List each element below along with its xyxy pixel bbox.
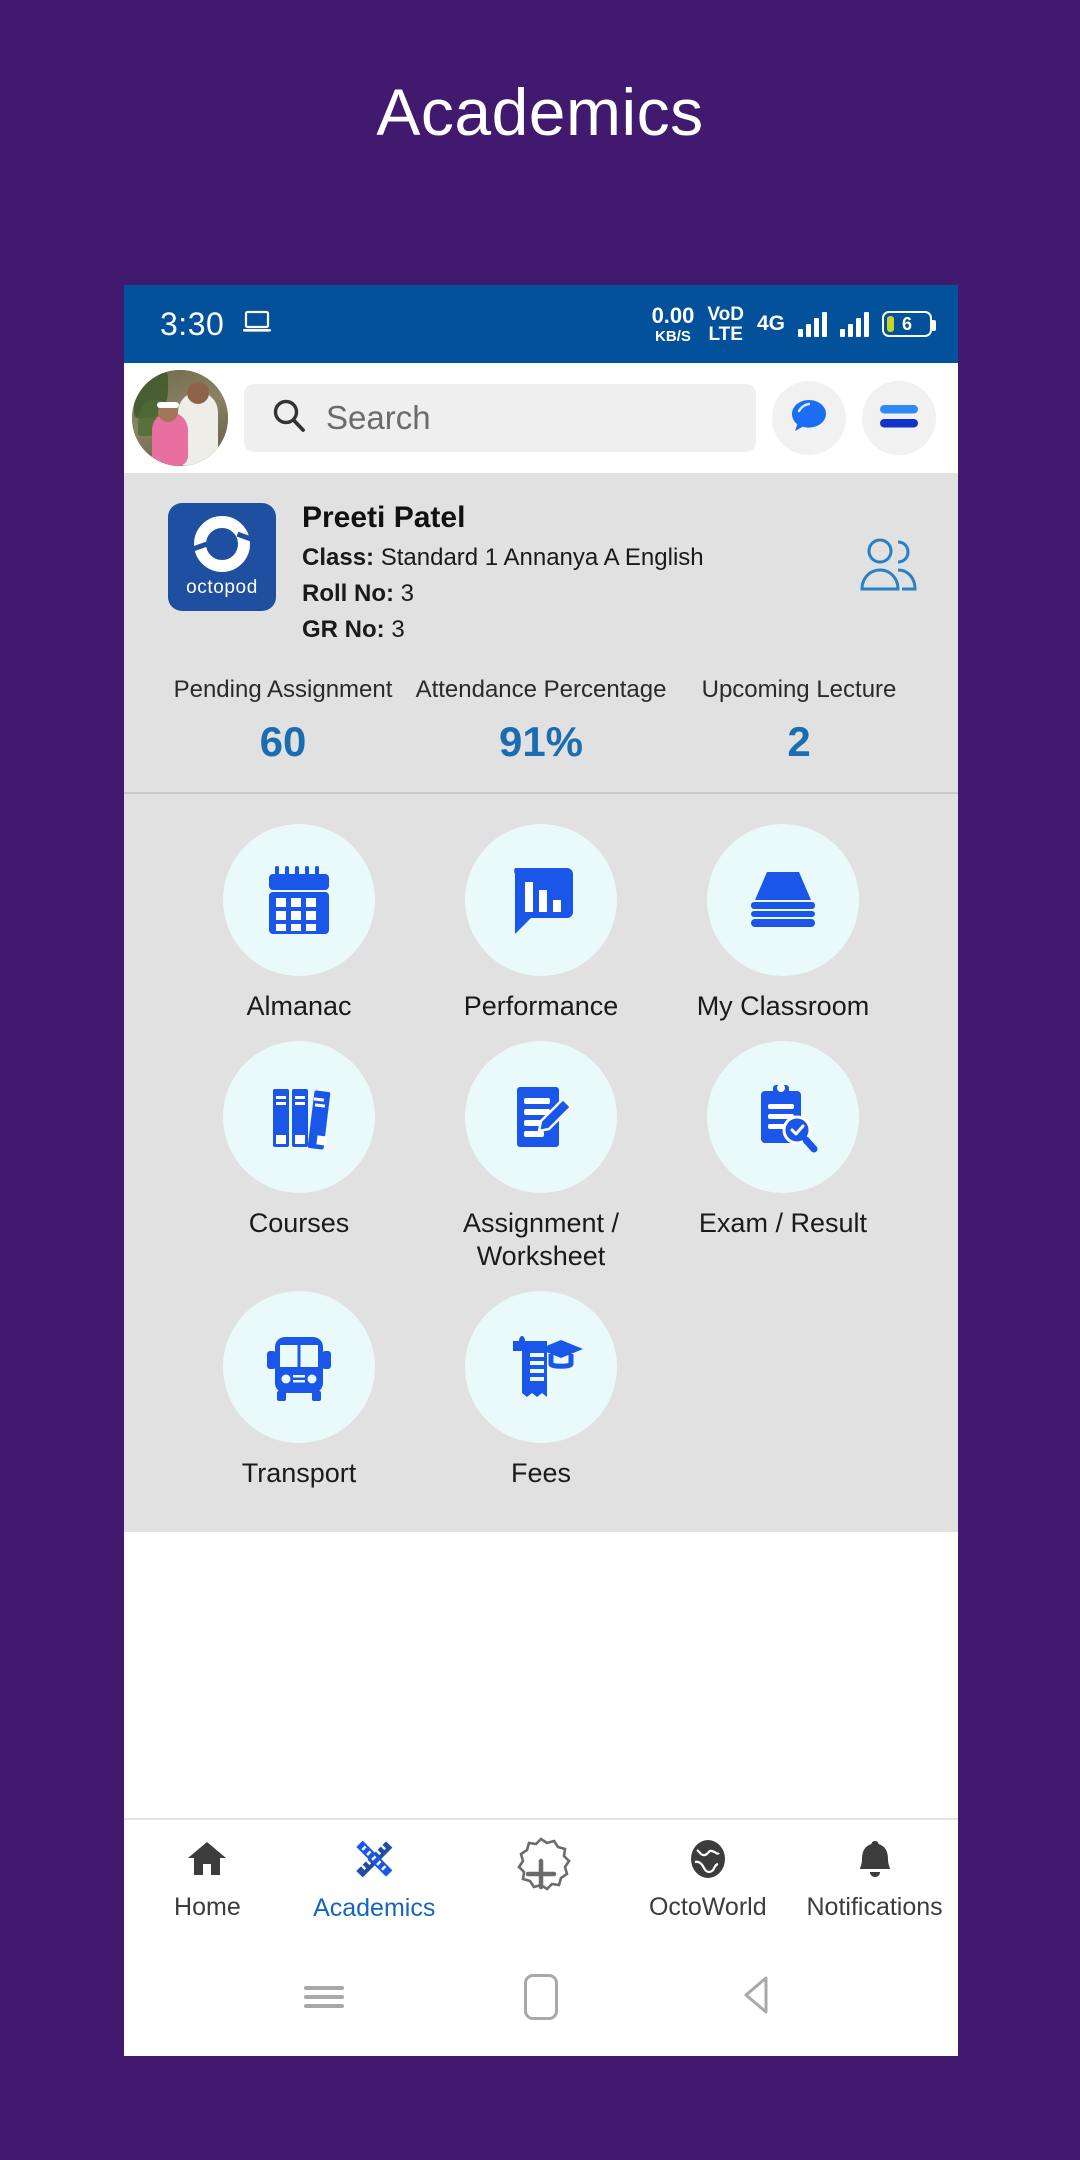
chat-bubble-icon — [785, 392, 833, 445]
grid-item-exam-result[interactable]: Exam / Result — [662, 1040, 904, 1273]
grid-item-fees[interactable]: Fees — [420, 1290, 662, 1490]
search-input[interactable]: Search — [244, 384, 756, 452]
book-shelf-icon — [222, 1040, 375, 1193]
recents-icon[interactable] — [304, 1981, 344, 2013]
status-bar-right: 0.00 KB/S VoD LTE 4G 6 — [651, 302, 936, 345]
menu-icon — [876, 399, 922, 438]
document-pencil-icon — [464, 1040, 617, 1193]
nav-item-home[interactable]: Home — [124, 1836, 291, 1922]
chat-bar-chart-icon — [464, 824, 617, 976]
student-roll-no: Roll No: 3 — [302, 580, 415, 607]
grid-label: Fees — [510, 1457, 571, 1488]
bell-icon — [852, 1836, 898, 1887]
grid-label: Transport — [241, 1457, 357, 1488]
search-placeholder: Search — [326, 399, 431, 436]
grid-label: Assignment / Worksheet — [462, 1207, 620, 1271]
grid-label: My Classroom — [696, 991, 870, 1021]
network-type-label: 4G — [756, 312, 785, 335]
grid-label: Performance — [463, 991, 619, 1021]
student-name: Preeti Patel — [302, 501, 466, 534]
grid-item-transport[interactable]: Transport — [178, 1290, 420, 1490]
search-icon — [270, 397, 308, 440]
battery-icon: 6 — [882, 311, 936, 337]
calendar-icon — [222, 824, 375, 976]
signal-bars-sim2-icon — [840, 311, 869, 337]
status-bar: 3:30 0.00 KB/S VoD LTE 4G 6 — [124, 285, 958, 363]
stat-pending-assignment: Pending Assignment 60 — [173, 676, 393, 765]
feature-grid: Almanac Performance My Classroom Courses… — [178, 824, 904, 1508]
grid-item-assignment-worksheet[interactable]: Assignment / Worksheet — [420, 1040, 662, 1273]
page-title: Academics — [376, 75, 704, 149]
receipt-graduation-cap-icon — [464, 1290, 617, 1443]
grid-item-almanac[interactable]: Almanac — [178, 824, 420, 1023]
grid-item-my-classroom[interactable]: My Classroom — [662, 824, 904, 1023]
globe-icon — [685, 1836, 731, 1887]
ruler-pencil-icon — [350, 1835, 398, 1888]
stat-attendance-percentage: Attendance Percentage 91% — [415, 676, 667, 765]
chat-bubble-button[interactable] — [772, 381, 846, 455]
stat-upcoming-lecture: Upcoming Lecture 2 — [701, 676, 897, 765]
nav-item-add[interactable] — [458, 1834, 625, 1925]
student-gr-no: GR No: 3 — [302, 616, 405, 643]
nav-item-academics[interactable]: Academics — [291, 1835, 458, 1923]
grid-label: Almanac — [246, 991, 352, 1021]
octopod-logo: octopod — [168, 503, 276, 611]
student-details: Preeti Patel Class: Standard 1 Annanya A… — [302, 499, 852, 652]
back-triangle-icon[interactable] — [738, 1973, 778, 2022]
phone-screen: 3:30 0.00 KB/S VoD LTE 4G 6 Search octop… — [124, 285, 958, 2056]
nav-item-octoworld[interactable]: OctoWorld — [624, 1836, 791, 1922]
app-bar: Search — [124, 363, 958, 473]
bus-icon — [222, 1290, 375, 1443]
octopod-ring-icon — [194, 515, 250, 572]
student-card: octopod Preeti Patel Class: Standard 1 A… — [124, 473, 958, 794]
grid-item-performance[interactable]: Performance — [420, 824, 662, 1023]
plus-badge-icon — [501, 1834, 581, 1919]
laptop-icon — [242, 310, 272, 339]
stats-row: Pending Assignment 60 Attendance Percent… — [124, 652, 958, 794]
two-people-icon[interactable] — [852, 531, 924, 603]
grid-label: Courses — [248, 1207, 350, 1238]
grid-item-courses[interactable]: Courses — [178, 1040, 420, 1273]
status-bar-left: 3:30 — [160, 306, 272, 343]
clipboard-search-icon — [706, 1040, 859, 1193]
student-class: Class: Standard 1 Annanya A English — [302, 544, 704, 571]
avatar[interactable] — [132, 370, 228, 466]
bottom-navigation: Home Academics OctoWorld Notifications — [124, 1818, 958, 1938]
home-square-icon[interactable] — [524, 1974, 558, 2020]
data-speed-indicator: 0.00 KB/S — [651, 302, 695, 345]
home-icon — [184, 1836, 230, 1887]
feature-grid-wrapper: Almanac Performance My Classroom Courses… — [124, 794, 958, 1532]
grid-label: Exam / Result — [698, 1207, 867, 1238]
android-navigation-bar — [124, 1938, 958, 2056]
nav-item-notifications[interactable]: Notifications — [791, 1836, 958, 1922]
volte-icon: VoD LTE — [707, 303, 744, 345]
menu-button[interactable] — [862, 381, 936, 455]
signal-bars-sim1-icon — [798, 311, 827, 337]
status-time: 3:30 — [160, 305, 225, 342]
battery-level: 6 — [901, 313, 912, 334]
octopod-logo-text: octopod — [186, 576, 258, 598]
books-stack-icon — [706, 824, 859, 976]
